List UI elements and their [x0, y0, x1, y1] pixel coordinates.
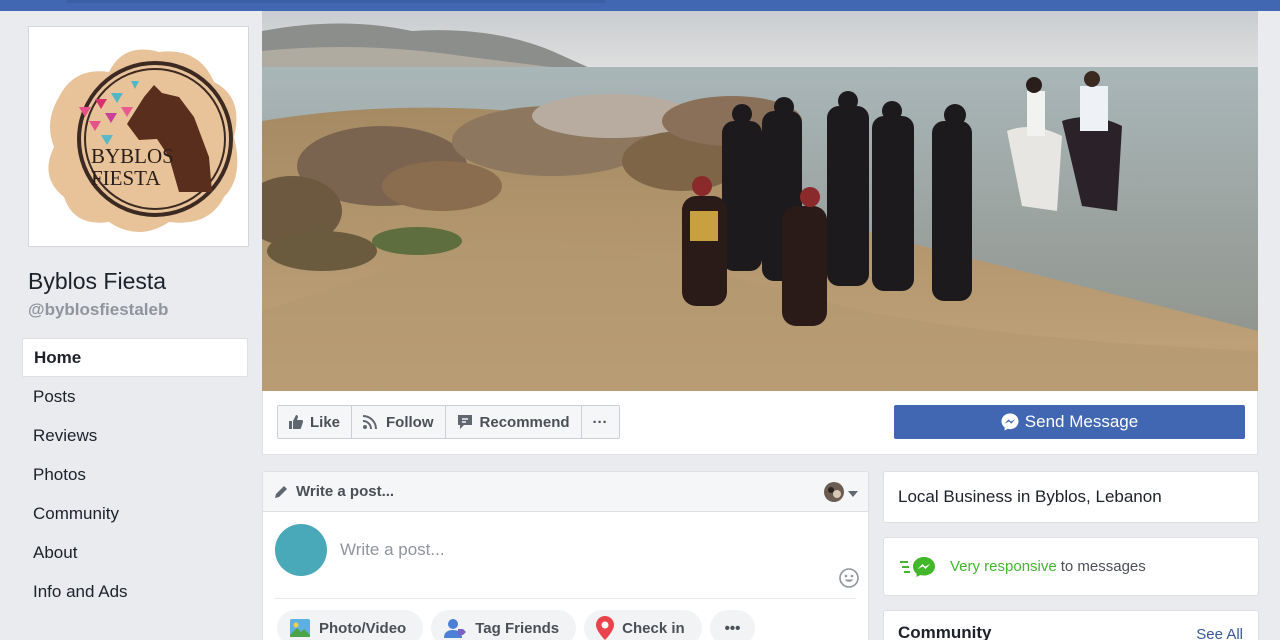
tag-friends-button[interactable]: Tag Friends — [431, 610, 577, 640]
page-action-buttons: Like Follow Recommend ··· — [277, 405, 620, 439]
nav-item-home[interactable]: Home — [22, 338, 248, 377]
community-title: Community — [898, 623, 992, 640]
post-as-selector[interactable] — [824, 482, 858, 506]
pencil-icon — [274, 485, 288, 499]
more-options-label: ··· — [592, 413, 608, 431]
page-category[interactable]: Local Business in Byblos, Lebanon — [898, 487, 1162, 507]
messenger-icon — [1001, 413, 1019, 431]
logo-text-line2: FIESTA — [91, 166, 161, 190]
page-username[interactable]: @byblosfiestaleb — [28, 300, 168, 320]
responsiveness-suffix: to messages — [1060, 558, 1146, 575]
rss-follow-icon — [363, 415, 379, 429]
check-in-button[interactable]: Check in — [584, 610, 702, 640]
send-message-label: Send Message — [1024, 412, 1139, 431]
post-composer: Write a post... Write a post... Photo/Vi… — [262, 471, 869, 640]
messenger-fast-icon — [900, 556, 936, 578]
more-composer-options-button[interactable]: ••• — [709, 610, 756, 640]
composer-actions: Photo/Video Tag Friends Check in ••• — [277, 610, 763, 640]
composer-divider — [275, 598, 856, 599]
emoji-icon[interactable] — [839, 568, 859, 593]
cover-photo-image — [262, 11, 1258, 391]
recommend-button[interactable]: Recommend — [446, 406, 582, 438]
follow-label: Follow — [386, 413, 434, 431]
recommend-label: Recommend — [479, 413, 570, 431]
photo-video-label: Photo/Video — [319, 619, 407, 637]
like-button[interactable]: Like — [278, 406, 353, 438]
page-action-bar: Like Follow Recommend ··· Send Message — [262, 391, 1258, 455]
page-avatar-small — [824, 482, 844, 506]
chevron-down-icon — [848, 491, 858, 497]
photo-video-button[interactable]: Photo/Video — [277, 610, 424, 640]
page-category-card: Local Business in Byblos, Lebanon — [883, 471, 1259, 523]
community-card: Community See All — [883, 610, 1259, 640]
recommend-speech-icon — [457, 414, 473, 430]
tag-friends-label: Tag Friends — [475, 619, 560, 637]
see-all-link[interactable]: See All — [1196, 626, 1243, 640]
logo-text-line1: BYBLOS — [91, 144, 174, 168]
check-in-label: Check in — [622, 619, 685, 637]
post-input[interactable]: Write a post... — [340, 540, 445, 560]
nav-item-info-and-ads[interactable]: Info and Ads — [22, 572, 248, 611]
page-title[interactable]: Byblos Fiesta — [28, 268, 166, 295]
top-navigation-bar — [0, 0, 1280, 11]
responsiveness-card: Very responsive to messages — [883, 537, 1259, 596]
composer-header[interactable]: Write a post... — [263, 472, 868, 512]
more-dots-label: ••• — [724, 619, 741, 637]
nav-item-photos[interactable]: Photos — [22, 455, 248, 494]
nav-item-reviews[interactable]: Reviews — [22, 416, 248, 455]
page-navigation: Home Posts Reviews Photos Community Abou… — [22, 338, 248, 611]
nav-item-about[interactable]: About — [22, 533, 248, 572]
search-bar[interactable] — [66, 0, 606, 3]
location-pin-icon — [596, 616, 615, 640]
follow-button[interactable]: Follow — [352, 406, 446, 438]
nav-item-community[interactable]: Community — [22, 494, 248, 533]
avatar[interactable] — [275, 524, 327, 576]
composer-header-label: Write a post... — [296, 483, 395, 500]
tag-friends-icon — [443, 617, 467, 639]
like-label: Like — [310, 413, 341, 431]
byblos-fiesta-logo: BYBLOS FIESTA — [48, 49, 238, 232]
responsiveness-status: Very responsive — [950, 558, 1057, 575]
nav-item-posts[interactable]: Posts — [22, 377, 248, 416]
cover-photo[interactable] — [262, 11, 1258, 391]
send-message-button[interactable]: Send Message — [894, 405, 1245, 439]
more-options-button[interactable]: ··· — [582, 406, 619, 438]
thumbs-up-icon — [289, 415, 303, 429]
profile-picture[interactable]: BYBLOS FIESTA — [28, 26, 249, 247]
photo-icon — [289, 617, 311, 639]
